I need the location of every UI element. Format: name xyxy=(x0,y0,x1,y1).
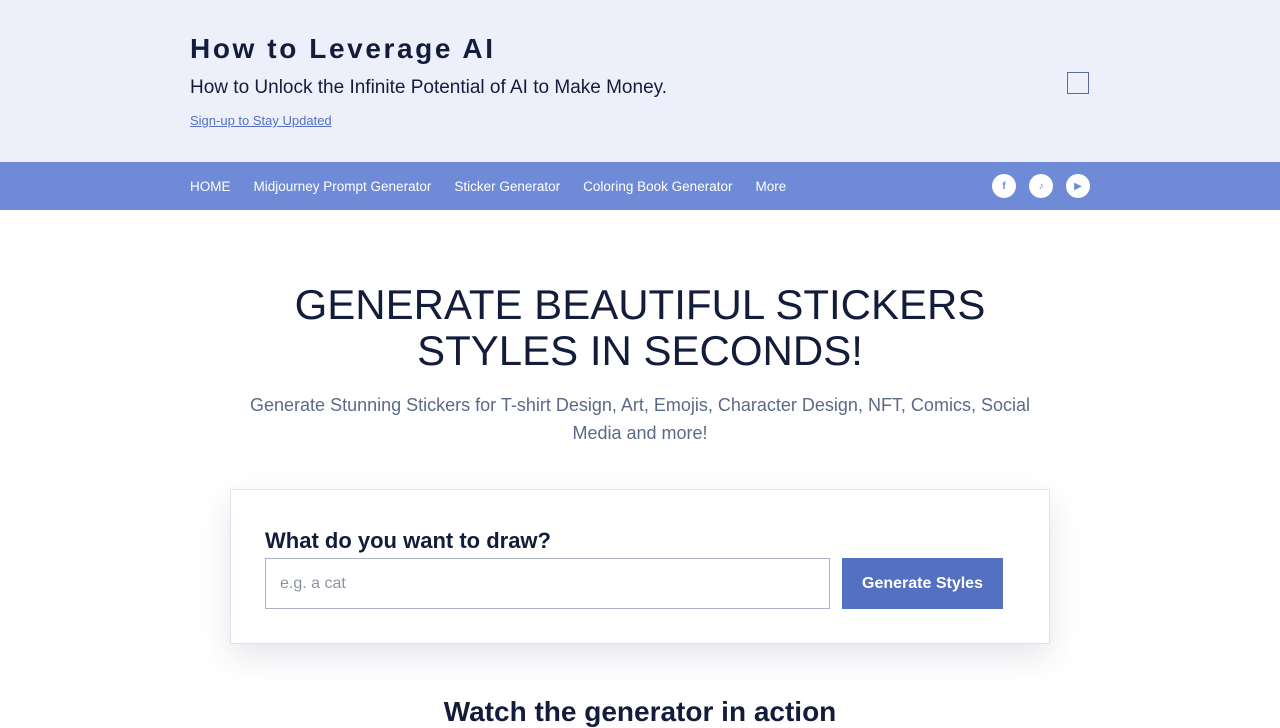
site-tagline: How to Unlock the Infinite Potential of … xyxy=(190,77,668,98)
generate-styles-button[interactable]: Generate Styles xyxy=(842,558,1003,609)
social-links: f ♪ ▶ xyxy=(992,174,1090,198)
youtube-icon[interactable]: ▶ xyxy=(1066,174,1090,198)
hero-title: GENERATE BEAUTIFUL STICKERS STYLES IN SE… xyxy=(294,281,986,374)
nav-item-sticker-generator[interactable]: Sticker Generator xyxy=(454,179,560,194)
hero-subtitle: Generate Stunning Stickers for T-shirt D… xyxy=(250,395,1030,443)
section-title: Watch the generator in action xyxy=(443,696,837,727)
facebook-icon[interactable]: f xyxy=(992,174,1016,198)
nav-list: HOME Midjourney Prompt Generator Sticker… xyxy=(190,162,786,210)
nav-item-midjourney-prompt-generator[interactable]: Midjourney Prompt Generator xyxy=(254,179,432,194)
signup-link[interactable]: Sign-up to Stay Updated xyxy=(190,113,332,128)
site-header: How to Leverage AI How to Unlock the Inf… xyxy=(0,0,1280,162)
generator-form-card: What do you want to draw? Generate Style… xyxy=(230,489,1050,644)
prompt-label: What do you want to draw? xyxy=(265,528,551,553)
tiktok-icon[interactable]: ♪ xyxy=(1029,174,1053,198)
site-title[interactable]: How to Leverage AI xyxy=(190,33,496,65)
nav-item-more[interactable]: More xyxy=(755,179,786,194)
prompt-input[interactable] xyxy=(265,558,830,609)
nav-item-home[interactable]: HOME xyxy=(190,179,231,194)
nav-item-coloring-book-generator[interactable]: Coloring Book Generator xyxy=(583,179,732,194)
menu-toggle-checkbox[interactable] xyxy=(1067,72,1089,94)
